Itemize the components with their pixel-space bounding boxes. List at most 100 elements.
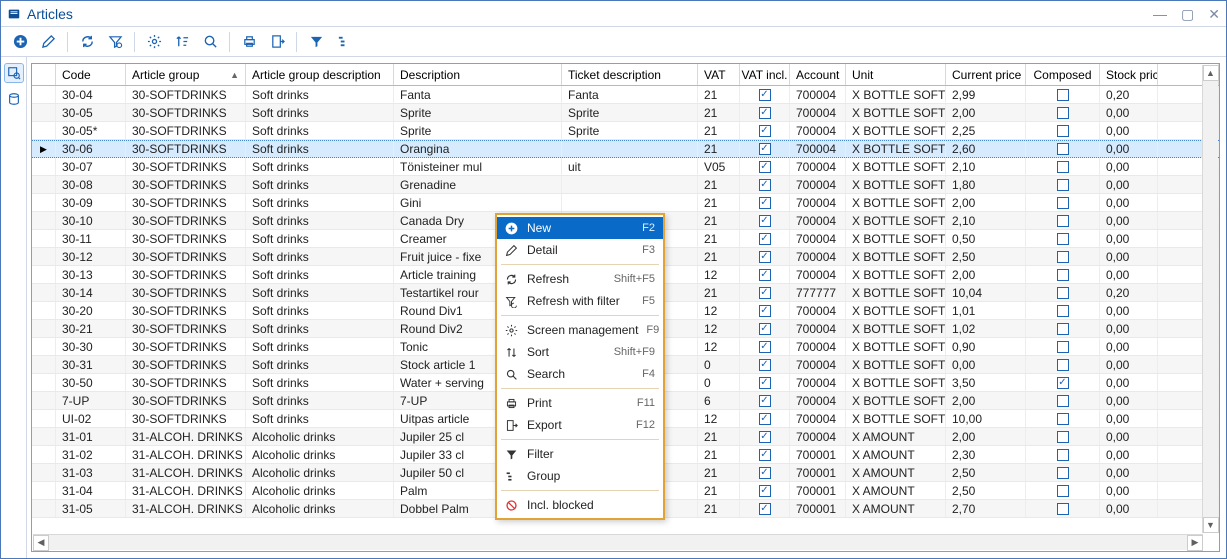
col-ticket-description[interactable]: Ticket description xyxy=(562,64,698,85)
maximize-button[interactable]: ▢ xyxy=(1181,7,1194,21)
composed-checkbox[interactable] xyxy=(1057,305,1069,317)
col-vat[interactable]: VAT xyxy=(698,64,740,85)
menu-item-new[interactable]: NewF2 xyxy=(497,217,663,239)
menu-item-refresh-with-filter[interactable]: Refresh with filterF5 xyxy=(497,290,663,312)
indicator-column-header[interactable] xyxy=(32,64,56,85)
col-description[interactable]: Description xyxy=(394,64,562,85)
scroll-right-button[interactable]: ▶ xyxy=(1187,535,1203,551)
col-composed[interactable]: Composed xyxy=(1026,64,1100,85)
horizontal-scrollbar[interactable]: ◀ ▶ xyxy=(33,534,1203,550)
vat-incl-checkbox[interactable] xyxy=(759,125,771,137)
table-row[interactable]: 30-0730-SOFTDRINKSSoft drinksTönisteiner… xyxy=(32,158,1219,176)
vat-incl-checkbox[interactable] xyxy=(759,377,771,389)
vat-incl-checkbox[interactable] xyxy=(759,161,771,173)
vat-incl-checkbox[interactable] xyxy=(759,197,771,209)
composed-checkbox[interactable] xyxy=(1057,467,1069,479)
close-button[interactable]: ✕ xyxy=(1208,7,1220,21)
vat-incl-checkbox[interactable] xyxy=(759,413,771,425)
vat-incl-checkbox[interactable] xyxy=(759,287,771,299)
vat-incl-checkbox[interactable] xyxy=(759,341,771,353)
vertical-scrollbar[interactable]: ▲ ▼ xyxy=(1202,65,1218,533)
table-row[interactable]: 30-0530-SOFTDRINKSSoft drinksSpriteSprit… xyxy=(32,104,1219,122)
composed-checkbox[interactable] xyxy=(1057,395,1069,407)
scroll-left-button[interactable]: ◀ xyxy=(33,535,49,551)
composed-checkbox[interactable] xyxy=(1057,179,1069,191)
vat-incl-checkbox[interactable] xyxy=(759,431,771,443)
vat-incl-checkbox[interactable] xyxy=(759,503,771,515)
vat-incl-checkbox[interactable] xyxy=(759,449,771,461)
composed-checkbox[interactable] xyxy=(1057,89,1069,101)
vat-incl-checkbox[interactable] xyxy=(759,215,771,227)
table-row[interactable]: 30-0430-SOFTDRINKSSoft drinksFantaFanta2… xyxy=(32,86,1219,104)
composed-checkbox[interactable] xyxy=(1057,233,1069,245)
group-button[interactable] xyxy=(333,31,355,53)
scroll-up-button[interactable]: ▲ xyxy=(1203,65,1219,81)
minimize-button[interactable]: — xyxy=(1153,7,1167,21)
composed-checkbox[interactable] xyxy=(1057,377,1069,389)
print-button[interactable] xyxy=(238,31,260,53)
col-unit[interactable]: Unit xyxy=(846,64,946,85)
new-button[interactable] xyxy=(9,31,31,53)
settings-button[interactable] xyxy=(143,31,165,53)
table-row[interactable]: ▶30-0630-SOFTDRINKSSoft drinksOrangina21… xyxy=(32,140,1219,158)
table-row[interactable]: 30-0830-SOFTDRINKSSoft drinksGrenadine21… xyxy=(32,176,1219,194)
col-article-group-description[interactable]: Article group description xyxy=(246,64,394,85)
vat-incl-checkbox[interactable] xyxy=(759,143,771,155)
col-vat-incl[interactable]: VAT incl. xyxy=(740,64,790,85)
menu-item-filter[interactable]: Filter xyxy=(497,443,663,465)
composed-checkbox[interactable] xyxy=(1057,413,1069,425)
export-button[interactable] xyxy=(266,31,288,53)
composed-checkbox[interactable] xyxy=(1057,449,1069,461)
search-button[interactable] xyxy=(199,31,221,53)
composed-checkbox[interactable] xyxy=(1057,359,1069,371)
menu-item-screen-management[interactable]: Screen managementF9 xyxy=(497,319,663,341)
vat-incl-checkbox[interactable] xyxy=(759,179,771,191)
col-account[interactable]: Account xyxy=(790,64,846,85)
side-tab-search[interactable] xyxy=(4,63,24,83)
refresh-button[interactable] xyxy=(76,31,98,53)
vat-incl-checkbox[interactable] xyxy=(759,395,771,407)
scroll-down-button[interactable]: ▼ xyxy=(1203,517,1219,533)
refresh-filter-button[interactable] xyxy=(104,31,126,53)
menu-item-export[interactable]: ExportF12 xyxy=(497,414,663,436)
edit-button[interactable] xyxy=(37,31,59,53)
composed-checkbox[interactable] xyxy=(1057,161,1069,173)
vat-incl-checkbox[interactable] xyxy=(759,251,771,263)
composed-checkbox[interactable] xyxy=(1057,485,1069,497)
filter-button[interactable] xyxy=(305,31,327,53)
vat-incl-checkbox[interactable] xyxy=(759,485,771,497)
col-code[interactable]: Code xyxy=(56,64,126,85)
col-current-price[interactable]: Current price xyxy=(946,64,1026,85)
composed-checkbox[interactable] xyxy=(1057,323,1069,335)
col-stock-price[interactable]: Stock price xyxy=(1100,64,1158,85)
table-row[interactable]: 30-05*30-SOFTDRINKSSoft drinksSpriteSpri… xyxy=(32,122,1219,140)
menu-item-search[interactable]: SearchF4 xyxy=(497,363,663,385)
col-article-group[interactable]: Article group▲ xyxy=(126,64,246,85)
vat-incl-checkbox[interactable] xyxy=(759,305,771,317)
composed-checkbox[interactable] xyxy=(1057,503,1069,515)
menu-item-print[interactable]: PrintF11 xyxy=(497,392,663,414)
composed-checkbox[interactable] xyxy=(1057,251,1069,263)
vat-incl-checkbox[interactable] xyxy=(759,323,771,335)
menu-item-detail[interactable]: DetailF3 xyxy=(497,239,663,261)
composed-checkbox[interactable] xyxy=(1057,287,1069,299)
side-tab-data[interactable] xyxy=(4,89,24,109)
composed-checkbox[interactable] xyxy=(1057,143,1069,155)
composed-checkbox[interactable] xyxy=(1057,107,1069,119)
vat-incl-checkbox[interactable] xyxy=(759,89,771,101)
vat-incl-checkbox[interactable] xyxy=(759,359,771,371)
composed-checkbox[interactable] xyxy=(1057,125,1069,137)
menu-item-incl-blocked[interactable]: Incl. blocked xyxy=(497,494,663,516)
menu-item-refresh[interactable]: RefreshShift+F5 xyxy=(497,268,663,290)
composed-checkbox[interactable] xyxy=(1057,197,1069,209)
composed-checkbox[interactable] xyxy=(1057,215,1069,227)
composed-checkbox[interactable] xyxy=(1057,341,1069,353)
vat-incl-checkbox[interactable] xyxy=(759,107,771,119)
composed-checkbox[interactable] xyxy=(1057,269,1069,281)
menu-item-sort[interactable]: SortShift+F9 xyxy=(497,341,663,363)
vat-incl-checkbox[interactable] xyxy=(759,269,771,281)
composed-checkbox[interactable] xyxy=(1057,431,1069,443)
vat-incl-checkbox[interactable] xyxy=(759,233,771,245)
table-row[interactable]: 30-0930-SOFTDRINKSSoft drinksGini2170000… xyxy=(32,194,1219,212)
sort-button[interactable] xyxy=(171,31,193,53)
